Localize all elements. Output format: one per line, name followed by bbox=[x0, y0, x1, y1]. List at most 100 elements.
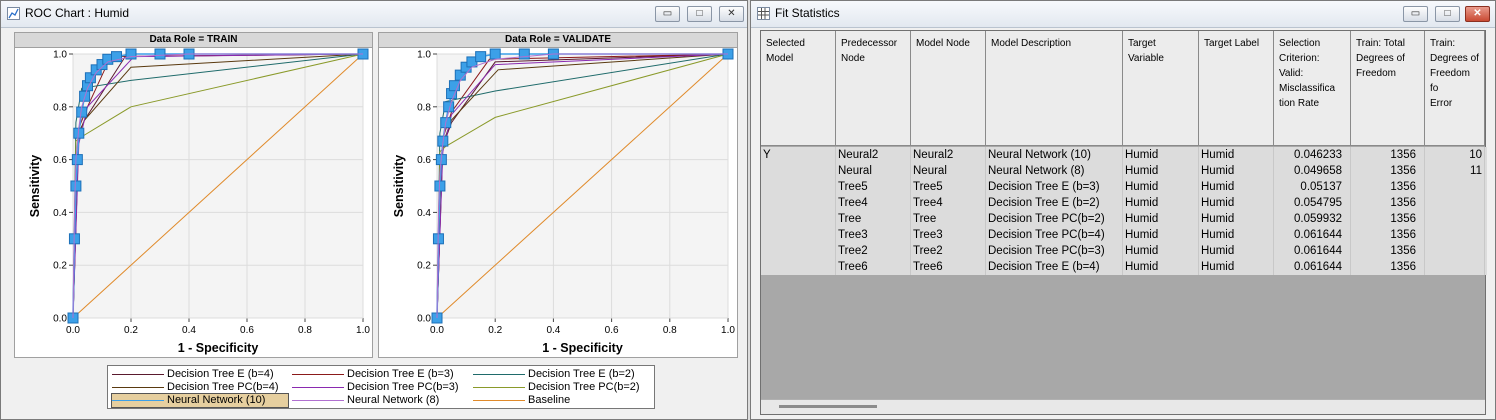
column-header[interactable]: Model Node bbox=[911, 31, 986, 146]
x-tick-label: 0.4 bbox=[182, 325, 196, 336]
table-row[interactable]: Tree6 Tree6 Decision Tree E (b=4) Humid Humi… bbox=[761, 259, 1487, 275]
table-cell: Decision Tree PC(b=3) bbox=[986, 243, 1123, 259]
maximize-button[interactable]: □ bbox=[687, 6, 712, 22]
legend-item[interactable]: Decision Tree PC(b=3) bbox=[292, 381, 468, 394]
legend-item[interactable]: Decision Tree E (b=3) bbox=[292, 368, 468, 381]
table-row[interactable]: Tree5 Tree5 Decision Tree E (b=3) Humid Humi… bbox=[761, 179, 1487, 195]
y-tick-label: 0.6 bbox=[53, 155, 67, 166]
column-header[interactable]: Predecessor Node bbox=[836, 31, 911, 146]
legend-item[interactable]: Decision Tree E (b=2) bbox=[473, 368, 649, 381]
column-header[interactable]: Train: Total Degrees of Freedom bbox=[1351, 31, 1425, 146]
table-cell: 0.046233 bbox=[1274, 147, 1351, 163]
table-cell: Decision Tree PC(b=4) bbox=[986, 227, 1123, 243]
table-row[interactable]: Y Neural2 Neural2 Neural Network (10) Humid H… bbox=[761, 147, 1487, 163]
roc-chart-window: ROC Chart : Humid ▭ □ ✕ Data Role = TRAI… bbox=[0, 0, 748, 420]
y-tick-label: 1.0 bbox=[53, 50, 67, 61]
table-cell: 0.049658 bbox=[1274, 163, 1351, 179]
y-tick-label: 0.6 bbox=[417, 155, 431, 166]
table-cell: Humid bbox=[1199, 211, 1274, 227]
y-tick-label: 0.0 bbox=[53, 314, 67, 325]
legend-swatch bbox=[473, 387, 525, 388]
legend-swatch bbox=[473, 400, 525, 401]
table-cell: Humid bbox=[1123, 163, 1199, 179]
maximize-button[interactable]: □ bbox=[1435, 6, 1460, 22]
table-row[interactable]: Neural Neural Neural Network (8) Humid Humid… bbox=[761, 163, 1487, 179]
close-button[interactable]: ✕ bbox=[719, 6, 744, 22]
table-row[interactable]: Tree4 Tree4 Decision Tree E (b=2) Humid Humi… bbox=[761, 195, 1487, 211]
legend-label: Baseline bbox=[528, 394, 571, 406]
y-tick-label: 0.2 bbox=[53, 261, 67, 272]
table-cell bbox=[761, 259, 836, 275]
table-cell: Humid bbox=[1123, 243, 1199, 259]
table-cell: Tree bbox=[836, 211, 911, 227]
table-cell: Tree3 bbox=[836, 227, 911, 243]
horizontal-scrollbar[interactable] bbox=[761, 399, 1485, 414]
table-cell bbox=[761, 243, 836, 259]
legend-label: Neural Network (8) bbox=[347, 394, 440, 406]
table-cell: Decision Tree PC(b=2) bbox=[986, 211, 1123, 227]
legend-swatch bbox=[112, 374, 164, 375]
minimize-button[interactable]: ▭ bbox=[1403, 6, 1428, 22]
column-header[interactable]: Target Variable bbox=[1123, 31, 1199, 146]
table-cell: 11 bbox=[1425, 163, 1485, 179]
table-cell: Humid bbox=[1199, 227, 1274, 243]
table-cell: Humid bbox=[1123, 211, 1199, 227]
legend-label: Decision Tree E (b=4) bbox=[167, 368, 274, 380]
table-cell: 0.061644 bbox=[1274, 259, 1351, 275]
table-cell bbox=[1425, 259, 1485, 275]
table-row[interactable]: Tree2 Tree2 Decision Tree PC(b=3) Humid Humi… bbox=[761, 243, 1487, 259]
table-cell: Decision Tree E (b=4) bbox=[986, 259, 1123, 275]
column-header[interactable]: Selection Criterion: Valid: Misclassific… bbox=[1274, 31, 1351, 146]
y-axis-label: Sensitivity bbox=[392, 155, 406, 218]
legend-item[interactable]: Neural Network (10) bbox=[111, 393, 289, 408]
legend-item[interactable]: Decision Tree PC(b=4) bbox=[112, 381, 288, 394]
panel-header-validate: Data Role = VALIDATE bbox=[379, 33, 737, 48]
table-row[interactable]: Tree3 Tree3 Decision Tree PC(b=4) Humid Humi… bbox=[761, 227, 1487, 243]
roc-chart-icon bbox=[7, 7, 20, 20]
roc-window-title: ROC Chart : Humid bbox=[25, 6, 130, 20]
roc-point-marker bbox=[70, 180, 82, 192]
roc-chart-validate: 0.0 0.2 0.4 0.6 0.8 1.0 0.0 0.2 0.4 0.6 0.8 1.0 1 - … bbox=[392, 48, 735, 355]
y-tick-label: 0.8 bbox=[417, 102, 431, 113]
legend-item[interactable]: Decision Tree E (b=4) bbox=[112, 368, 288, 381]
table-row[interactable]: Tree Tree Decision Tree PC(b=2) Humid Humid 0… bbox=[761, 211, 1487, 227]
column-header[interactable]: Selected Model bbox=[761, 31, 836, 146]
x-tick-label: 0.0 bbox=[430, 325, 444, 336]
x-tick-label: 0.2 bbox=[124, 325, 138, 336]
column-header[interactable]: Train: Degrees of Freedom fo Error bbox=[1425, 31, 1485, 146]
table-cell: Humid bbox=[1199, 179, 1274, 195]
legend-item[interactable]: Baseline bbox=[473, 394, 649, 407]
table-cell: Humid bbox=[1199, 163, 1274, 179]
fit-statistics-table: Selected Model Predecessor Node Model Node… bbox=[760, 30, 1487, 415]
legend-item[interactable]: Neural Network (8) bbox=[292, 394, 468, 407]
table-cell: 1356 bbox=[1351, 147, 1425, 163]
x-tick-label: 0.6 bbox=[240, 325, 254, 336]
x-tick-label: 0.8 bbox=[298, 325, 312, 336]
legend-swatch bbox=[292, 400, 344, 401]
table-cell: Humid bbox=[1199, 147, 1274, 163]
table-cell bbox=[1425, 179, 1485, 195]
table-cell bbox=[761, 163, 836, 179]
roc-point-marker bbox=[154, 48, 166, 60]
table-cell: 0.061644 bbox=[1274, 243, 1351, 259]
table-cell: Humid bbox=[1123, 195, 1199, 211]
column-header[interactable]: Model Description bbox=[986, 31, 1123, 146]
legend-swatch bbox=[292, 387, 344, 388]
fit-window-titlebar[interactable]: Fit Statistics ▭ □ ✕ bbox=[751, 1, 1495, 28]
x-tick-label: 0.0 bbox=[66, 325, 80, 336]
table-cell: 1356 bbox=[1351, 227, 1425, 243]
table-cell: Neural Network (8) bbox=[986, 163, 1123, 179]
table-cell bbox=[1425, 227, 1485, 243]
legend-item[interactable]: Decision Tree PC(b=2) bbox=[473, 381, 649, 394]
roc-window-titlebar[interactable]: ROC Chart : Humid ▭ □ ✕ bbox=[1, 1, 747, 28]
y-tick-label: 0.4 bbox=[53, 208, 67, 219]
table-cell: Tree5 bbox=[911, 179, 986, 195]
table-cell: 0.054795 bbox=[1274, 195, 1351, 211]
table-cell: 10 bbox=[1425, 147, 1485, 163]
scrollbar-thumb[interactable] bbox=[779, 405, 877, 408]
table-cell bbox=[1425, 211, 1485, 227]
close-button[interactable]: ✕ bbox=[1465, 6, 1490, 22]
minimize-button[interactable]: ▭ bbox=[655, 6, 680, 22]
column-header[interactable]: Target Label bbox=[1199, 31, 1274, 146]
table-cell: Neural2 bbox=[911, 147, 986, 163]
